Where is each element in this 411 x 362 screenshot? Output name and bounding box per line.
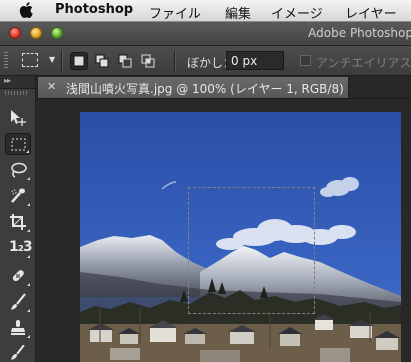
healing-brush-tool-icon: [12, 270, 24, 282]
menu-layer[interactable]: レイヤー: [345, 3, 397, 22]
tool-preset-picker-icon[interactable]: [22, 53, 38, 67]
add-to-selection-button[interactable]: [93, 52, 111, 70]
intersect-selection-icon: [141, 54, 155, 68]
tool-flyout-indicator: [27, 283, 30, 286]
count-tool-icon: 1₂3: [9, 239, 33, 255]
tool-flyout-indicator: [27, 309, 30, 312]
rectangular-marquee-tool[interactable]: [5, 133, 31, 155]
zoom-window-button[interactable]: [51, 27, 63, 39]
tools-panel-header[interactable]: ▸▸: [0, 76, 35, 89]
document-tab-title: 浅間山噴火写真.jpg @ 100% (レイヤー 1, RGB/8) *: [66, 82, 349, 96]
quick-selection-tool[interactable]: [5, 185, 31, 207]
menu-edit[interactable]: 編集: [225, 3, 251, 22]
brush-tool-icon: [11, 293, 26, 310]
anti-alias-checkbox[interactable]: [300, 55, 311, 66]
count-tool[interactable]: 1₂3: [5, 237, 33, 259]
window-title: Adobe Photoshop: [308, 26, 411, 40]
app-menu[interactable]: Photoshop: [55, 2, 133, 17]
clone-stamp-tool-icon: [11, 320, 25, 335]
tool-flyout-indicator: [27, 203, 30, 206]
document-tab[interactable]: ✕ 浅間山噴火写真.jpg @ 100% (レイヤー 1, RGB/8) *: [37, 76, 349, 98]
lasso-tool-icon: [11, 162, 27, 178]
options-bar-grip[interactable]: [4, 52, 8, 70]
menu-image[interactable]: イメージ: [271, 3, 323, 22]
move-tool-icon: [11, 110, 26, 126]
history-brush-tool-icon: [11, 345, 25, 360]
clone-stamp-tool[interactable]: [5, 317, 31, 339]
subtract-from-selection-button[interactable]: [116, 52, 134, 70]
tool-flyout-indicator: [27, 177, 30, 180]
tool-flyout-indicator: [26, 150, 29, 153]
feather-input[interactable]: [226, 51, 284, 70]
expand-panel-icon[interactable]: ▸▸: [4, 76, 11, 85]
tool-flyout-indicator: [27, 229, 30, 232]
intersect-selection-button[interactable]: [139, 52, 157, 70]
healing-brush-tool[interactable]: [5, 265, 31, 287]
crop-tool[interactable]: [5, 211, 31, 233]
quick-selection-tool-icon: [11, 188, 25, 203]
anti-alias-label: アンチエイリアス: [316, 56, 411, 70]
move-tool[interactable]: [5, 107, 31, 129]
close-tab-icon[interactable]: ✕: [47, 80, 56, 93]
chevron-down-icon[interactable]: ▼: [49, 55, 55, 64]
minimize-window-button[interactable]: [30, 27, 42, 39]
history-brush-tool[interactable]: [5, 343, 31, 362]
selection-marquee[interactable]: [188, 187, 315, 314]
divider: [174, 51, 176, 71]
crop-tool-icon: [10, 214, 26, 230]
options-bar: ▼ ぼかし： アンチエイリアス: [0, 46, 411, 76]
new-selection-icon: [73, 55, 85, 67]
add-to-selection-icon: [95, 54, 109, 68]
subtract-from-selection-icon: [118, 54, 132, 68]
menu-file[interactable]: ファイル: [149, 3, 201, 22]
divider: [61, 51, 63, 71]
window-title-bar: Adobe Photoshop: [0, 22, 411, 46]
apple-menu-icon[interactable]: [19, 1, 35, 19]
menu-bar: Photoshop ファイル 編集 イメージ レイヤー: [0, 0, 411, 22]
close-window-button[interactable]: [9, 27, 21, 39]
tool-flyout-indicator: [27, 255, 30, 258]
tab-divider: [37, 98, 411, 99]
tools-panel-grip[interactable]: [5, 91, 29, 95]
lasso-tool[interactable]: [5, 159, 31, 181]
tool-flyout-indicator: [27, 335, 30, 338]
brush-tool[interactable]: [5, 291, 31, 313]
new-selection-button[interactable]: [70, 52, 88, 70]
tools-panel: ▸▸ 1₂3: [0, 76, 36, 362]
